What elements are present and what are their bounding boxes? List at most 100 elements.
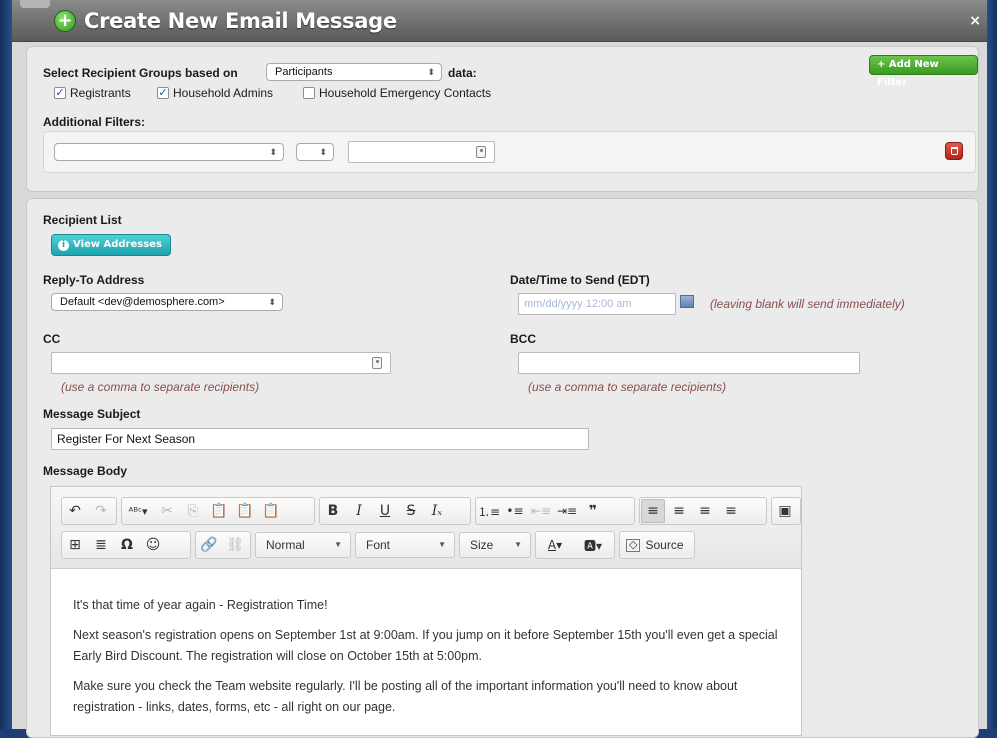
message-body-editor: ↶ ↷ ᴬᴮᶜ▾ ✂ ⎘ 📋 📋 📋 B I U S Iₓ ⒈≡ •≡ ⇤≡ ⇥… [50,486,802,736]
toolbar-group-paragraph: ⒈≡ •≡ ⇤≡ ⇥≡ ❞ [475,497,635,525]
spellcheck-icon[interactable]: ᴬᴮᶜ▾ [123,499,153,523]
bcc-input[interactable] [518,352,860,374]
reply-to-select[interactable]: Default <dev@demosphere.com> ⬍ [51,293,283,311]
strikethrough-icon[interactable]: S [399,499,423,523]
bold-icon[interactable]: B [321,499,345,523]
checkbox-checked-icon[interactable]: ✓ [54,87,66,99]
checkbox-household-admins[interactable]: ✓ Household Admins [157,86,273,100]
group-label: Select Recipient Groups based on [43,66,238,80]
bcc-hint: (use a comma to separate recipients) [528,380,727,394]
group-select-value: Participants [275,66,333,78]
align-left-icon[interactable]: ≡ [641,499,665,523]
format-dropdown[interactable]: Normal ▼ [255,532,351,558]
filter-field-select[interactable]: ⬍ [54,143,284,161]
toolbar-group-align: ≡ ≡ ≡ ≡ [639,497,767,525]
cut-icon[interactable]: ✂ [155,499,179,523]
special-char-icon[interactable]: Ω [115,533,139,557]
view-addresses-button[interactable]: i View Addresses [51,234,171,256]
group-select[interactable]: Participants ⬍ [266,63,442,81]
bulleted-list-icon[interactable]: •≡ [503,499,527,523]
editor-toolbar: ↶ ↷ ᴬᴮᶜ▾ ✂ ⎘ 📋 📋 📋 B I U S Iₓ ⒈≡ •≡ ⇤≡ ⇥… [51,487,801,569]
redo-icon[interactable]: ↷ [89,499,113,523]
dialog-title: Create New Email Message [84,9,397,33]
plus-circle-icon: + [54,10,76,32]
undo-icon[interactable]: ↶ [63,499,87,523]
subject-label: Message Subject [43,407,141,421]
contact-card-icon [476,146,486,158]
text-color-icon[interactable]: A ▾ [537,533,573,557]
info-icon: i [58,239,69,251]
smiley-icon[interactable]: ☺ [141,533,165,557]
toolbar-group-insert: ▣ [771,497,801,525]
add-new-filter-button[interactable]: + Add New Filter [869,55,978,88]
toolbar-group-insert-2: ⊞ ≣ Ω ☺ [61,531,191,559]
toolbar-group-basicstyles: B I U S Iₓ [319,497,471,525]
numbered-list-icon[interactable]: ⒈≡ [477,499,501,523]
background-color-icon[interactable]: 🅰▾ [575,533,611,557]
close-icon[interactable]: × [969,13,981,29]
horizontal-line-icon[interactable]: ≣ [89,533,113,557]
chevron-down-icon: ▼ [438,540,446,549]
calendar-icon[interactable] [680,295,694,308]
message-body-label: Message Body [43,464,128,478]
filter-value-input[interactable] [348,141,495,163]
paste-icon[interactable]: 📋 [207,499,231,523]
contact-card-icon [372,357,382,369]
chevron-down-icon: ▼ [514,540,522,549]
send-time-label: Date/Time to Send (EDT) [510,273,650,287]
unlink-icon[interactable]: ⛓ [223,533,247,557]
select-arrows-icon: ⬍ [268,297,276,307]
cc-label: CC [43,332,61,346]
chevron-down-icon: ▼ [334,540,342,549]
body-paragraph: Next season's registration opens on Sept… [73,628,778,663]
paste-word-icon[interactable]: 📋 [259,499,283,523]
image-icon[interactable]: ▣ [773,499,797,523]
trash-icon [951,147,958,155]
editor-content-area[interactable]: It's that time of year again - Registrat… [51,569,801,718]
filter-operator-select[interactable]: ⬍ [296,143,334,161]
source-icon: ◇ [626,538,641,552]
paste-text-icon[interactable]: 📋 [233,499,257,523]
checkbox-label: Household Emergency Contacts [319,86,492,100]
additional-filters-label: Additional Filters: [43,115,145,129]
titlebar-tab-decoration [20,0,50,8]
source-button[interactable]: ◇ Source [619,531,695,559]
bcc-label: BCC [510,332,536,346]
toolbar-group-colors: A ▾ 🅰▾ [535,531,615,559]
body-paragraph: It's that time of year again - Registrat… [73,598,328,612]
select-arrows-icon: ⬍ [269,147,277,157]
dialog-titlebar: + Create New Email Message × [12,0,987,42]
delete-filter-button[interactable] [945,142,963,160]
checkbox-household-emergency-contacts[interactable]: Household Emergency Contacts [303,86,491,100]
cc-input[interactable] [51,352,391,374]
outdent-icon[interactable]: ⇤≡ [529,499,553,523]
italic-icon[interactable]: I [347,499,371,523]
remove-format-icon[interactable]: Iₓ [425,499,449,523]
cc-hint: (use a comma to separate recipients) [61,380,260,394]
checkbox-label: Household Admins [173,86,274,100]
checkbox-unchecked-icon[interactable] [303,87,315,99]
size-dropdown[interactable]: Size ▼ [459,532,531,558]
recipient-groups-panel: Select Recipient Groups based on Partici… [26,46,979,192]
font-dropdown[interactable]: Font ▼ [355,532,455,558]
toolbar-group-links: 🔗 ⛓ [195,531,251,559]
underline-icon[interactable]: U [373,499,397,523]
table-icon[interactable]: ⊞ [63,533,87,557]
indent-icon[interactable]: ⇥≡ [555,499,579,523]
send-time-hint: (leaving blank will send immediately) [710,297,905,311]
subject-input[interactable]: Register For Next Season [51,428,589,450]
additional-filters-row: ⬍ ⬍ [43,131,976,173]
align-justify-icon[interactable]: ≡ [719,499,743,523]
link-icon[interactable]: 🔗 [197,533,221,557]
align-center-icon[interactable]: ≡ [667,499,691,523]
checkbox-checked-icon[interactable]: ✓ [157,87,169,99]
desktop-left-edge [0,0,12,729]
recipient-list-label: Recipient List [43,213,122,227]
copy-icon[interactable]: ⎘ [181,499,205,523]
blockquote-icon[interactable]: ❞ [581,499,605,523]
checkbox-registrants[interactable]: ✓ Registrants [54,86,131,100]
checkbox-label: Registrants [70,86,131,100]
group-suffix: data: [448,66,477,80]
send-time-input[interactable]: mm/dd/yyyy 12:00 am [518,293,676,315]
align-right-icon[interactable]: ≡ [693,499,717,523]
